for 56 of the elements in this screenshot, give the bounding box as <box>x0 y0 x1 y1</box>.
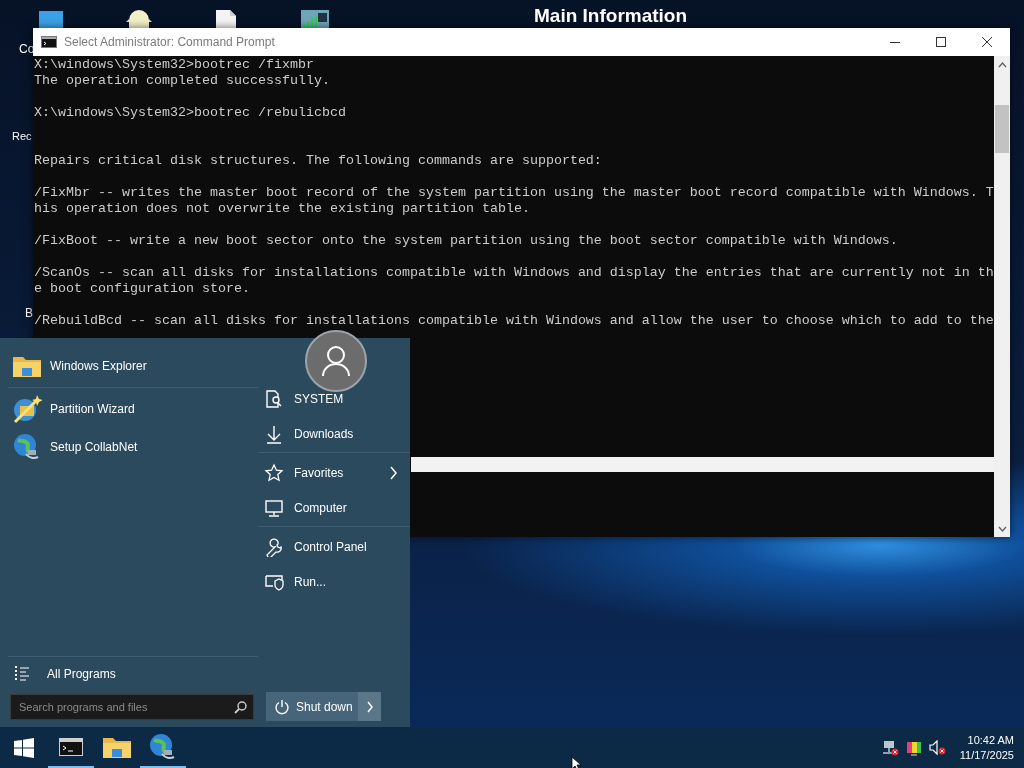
chevron-icon <box>388 465 398 480</box>
all-programs-item[interactable]: All Programs <box>0 659 258 689</box>
console-icon <box>41 36 57 48</box>
power-icon <box>274 698 290 715</box>
console-line: /FixBoot -- write a new boot sector onto the system partition using the boot sector compatible with Windows. <box>34 233 899 249</box>
chevron-icon <box>365 700 374 713</box>
desktop-icon-label[interactable]: B <box>25 306 33 320</box>
scroll-down-icon[interactable] <box>997 525 1007 532</box>
desktop-icon-label[interactable]: Rec <box>12 130 32 142</box>
color-display-icon[interactable] <box>905 739 922 756</box>
console-icon <box>59 737 83 756</box>
program-item[interactable]: Partition Wizard <box>0 390 258 428</box>
mute-icon[interactable] <box>928 739 947 756</box>
list-icon <box>14 666 30 682</box>
person-icon <box>321 345 351 377</box>
shut-down-button[interactable]: Shut down <box>266 692 381 721</box>
console-line: The operation completed successfully. <box>34 73 331 89</box>
wand-disk-icon <box>12 394 42 424</box>
ghost-icon[interactable] <box>126 8 152 28</box>
console-line: Repairs critical disk structures. The following commands are supported: <box>34 153 603 169</box>
clock-date[interactable]: 11/17/2025 <box>959 747 1014 763</box>
menu-item[interactable]: Computer <box>258 490 410 525</box>
document-icon[interactable] <box>214 8 238 28</box>
star-icon <box>264 462 284 483</box>
console-line: X:\windows\System32>bootrec /fixmbr <box>34 57 315 73</box>
network-error-icon[interactable] <box>880 739 899 756</box>
scrollbar[interactable] <box>994 56 1010 537</box>
menu-item[interactable]: SYSTEM <box>258 381 410 416</box>
console-line: his operation does not overwrite the existing partition table. <box>34 201 531 217</box>
program-item[interactable]: Windows Explorer <box>0 348 258 384</box>
console-line: /RebuildBcd -- scan all disks for installations compatible with Windows and allow the user to choose which to add to the <box>34 313 994 329</box>
download-icon <box>264 423 284 444</box>
desktop-heading: Main Information <box>534 5 688 27</box>
menu-item[interactable]: Run... <box>258 564 410 599</box>
menu-item[interactable]: Control Panel <box>258 529 410 564</box>
maximize-icon <box>936 37 946 47</box>
close-icon <box>982 37 992 47</box>
window-title: Select Administrator: Command Prompt <box>64 35 276 49</box>
console-line: e boot configuration store. <box>34 281 251 297</box>
monitor-icon[interactable] <box>38 8 64 28</box>
clock-time[interactable]: 10:42 AM <box>967 732 1014 748</box>
wrench-icon <box>264 536 284 557</box>
menu-item[interactable]: Downloads <box>258 416 410 451</box>
chart-icon[interactable] <box>300 8 330 28</box>
scroll-thumb[interactable] <box>995 105 1009 153</box>
console-line: /FixMbr -- writes the master boot record of the system partition using the master boot record compatible with Windows. T <box>34 185 994 201</box>
windows-logo-icon <box>14 737 34 758</box>
program-item[interactable]: Setup CollabNet <box>0 428 258 466</box>
console-line: /ScanOs -- scan all disks for installations compatible with Windows and display the entries that are currently not in th <box>34 265 994 281</box>
search-field[interactable]: Search programs and files <box>10 694 254 720</box>
search-icon[interactable] <box>234 701 247 714</box>
scroll-up-icon[interactable] <box>997 61 1007 68</box>
monitor-icon <box>264 497 284 518</box>
console-line: X:\windows\System32>bootrec /rebulicbcd <box>34 105 347 121</box>
user-document-icon <box>264 388 284 409</box>
menu-item[interactable]: Favorites <box>258 455 410 490</box>
